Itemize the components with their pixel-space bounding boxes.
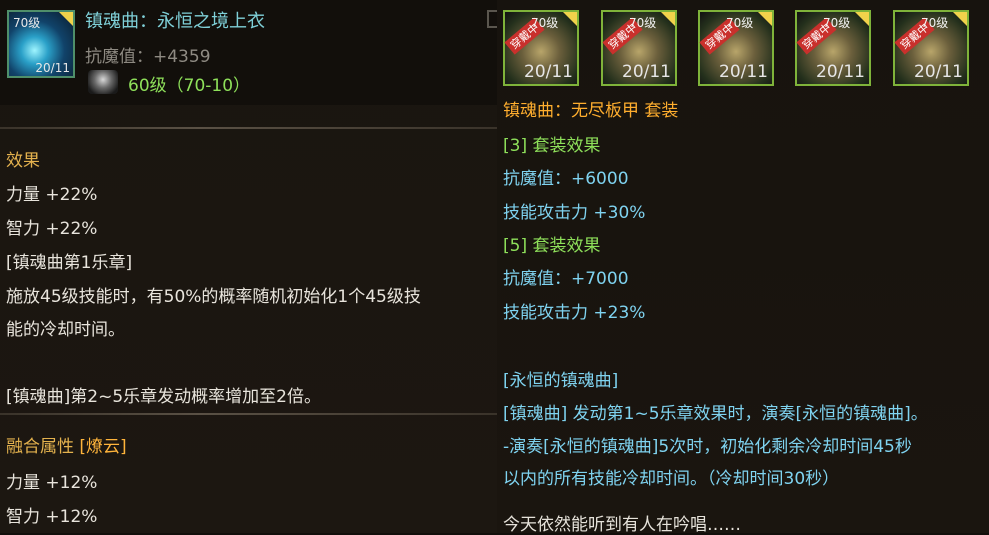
gem-icon [88, 70, 118, 94]
set-effect5-title: [5] 套装效果 [503, 236, 601, 256]
rarity-corner-icon [661, 12, 675, 26]
effect-line: 施放45级技能时，有50%的概率随机初始化1个45级技 [6, 287, 421, 307]
piece-level-tag: 70级 [726, 16, 754, 30]
eternal-line: 以内的所有技能冷却时间。（冷却时间30秒） [503, 469, 840, 489]
armor-piece-icon[interactable]: 穿戴中 70级 20/11 [893, 10, 969, 86]
divider [0, 127, 497, 129]
effect-line: [镇魂曲]第2~5乐章发动概率增加至2倍。 [6, 387, 321, 407]
piece-count: 20/11 [914, 62, 963, 82]
fusion-line: 力量 +12% [6, 473, 98, 493]
eternal-title: [永恒的镇魂曲] [503, 371, 619, 391]
item-level-line: 60级（70-10） [128, 76, 251, 96]
rarity-corner-icon [59, 12, 73, 26]
item-level-tag: 70级 [13, 16, 41, 30]
effect-line: 智力 +22% [6, 219, 98, 239]
set-effect-line: 技能攻击力 +30% [503, 203, 646, 223]
piece-level-tag: 70级 [531, 16, 559, 30]
fusion-line: 智力 +12% [6, 507, 98, 527]
piece-level-tag: 70级 [823, 16, 851, 30]
fusion-tag: [燎云] [79, 437, 127, 457]
armor-piece-icon[interactable]: 穿戴中 70级 20/11 [503, 10, 579, 86]
effect-line: 能的冷却时间。 [6, 320, 125, 340]
armor-piece-icon[interactable]: 穿戴中 70级 20/11 [698, 10, 774, 86]
sword-glow-icon[interactable]: 70级 20/11 [7, 10, 75, 78]
item-stat: 抗魔值：+4359 [85, 47, 211, 67]
effect-line: 力量 +22% [6, 185, 98, 205]
set-title: 镇魂曲：无尽板甲 套装 [503, 101, 679, 121]
item-header: 70级 20/11 镇魂曲：永恒之境上衣 抗魔值：+4359 60级（70-10… [0, 0, 497, 105]
effect-line: [镇魂曲第1乐章] [6, 253, 133, 273]
armor-piece-icon[interactable]: 穿戴中 70级 20/11 [795, 10, 871, 86]
fusion-title: 融合属性 [燎云] [6, 432, 127, 457]
flavor-text: 今天依然能听到有人在吟唱…… [503, 515, 741, 535]
fusion-label: 融合属性 [6, 437, 74, 457]
eternal-line: -演奏[永恒的镇魂曲]5次时，初始化剩余冷却时间45秒 [503, 437, 912, 457]
item-name: 镇魂曲：永恒之境上衣 [85, 11, 265, 32]
piece-level-tag: 70级 [921, 16, 949, 30]
rarity-corner-icon [563, 12, 577, 26]
set-effect-line: 抗魔值：+6000 [503, 169, 629, 189]
item-count: 20/11 [35, 61, 70, 75]
set-effect3-title: [3] 套装效果 [503, 136, 601, 156]
set-tooltip-panel: 穿戴中 70级 20/11 穿戴中 70级 20/11 穿戴中 70级 20/1… [497, 0, 989, 535]
item-tooltip-panel: 70级 20/11 镇魂曲：永恒之境上衣 抗魔值：+4359 60级（70-10… [0, 0, 497, 533]
piece-count: 20/11 [816, 62, 865, 82]
divider [0, 413, 497, 415]
compare-toggle-icon[interactable] [487, 10, 497, 28]
set-effect-line: 抗魔值：+7000 [503, 269, 629, 289]
eternal-line: [镇魂曲] 发动第1~5乐章效果时，演奏[永恒的镇魂曲]。 [503, 404, 928, 424]
piece-count: 20/11 [719, 62, 768, 82]
piece-level-tag: 70级 [629, 16, 657, 30]
piece-count: 20/11 [622, 62, 671, 82]
set-effect-line: 技能攻击力 +23% [503, 303, 646, 323]
rarity-corner-icon [953, 12, 967, 26]
rarity-corner-icon [855, 12, 869, 26]
rarity-corner-icon [758, 12, 772, 26]
armor-piece-icon[interactable]: 穿戴中 70级 20/11 [601, 10, 677, 86]
piece-count: 20/11 [524, 62, 573, 82]
effects-title: 效果 [6, 151, 40, 171]
